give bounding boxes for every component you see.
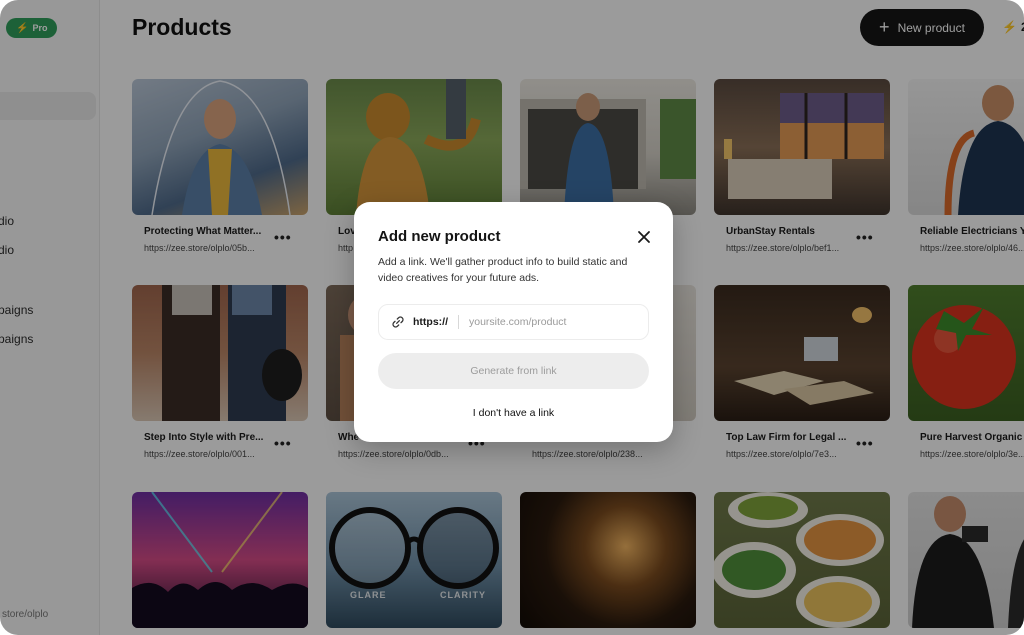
no-link-button[interactable]: I don't have a link — [354, 407, 673, 419]
url-prefix: https:// — [413, 316, 448, 328]
close-icon[interactable] — [636, 229, 652, 245]
add-product-dialog: Add new product Add a link. We'll gather… — [354, 202, 673, 442]
dialog-description: Add a link. We'll gather product info to… — [378, 256, 628, 284]
link-icon — [392, 316, 404, 328]
url-input[interactable] — [469, 316, 629, 328]
generate-from-link-button[interactable]: Generate from link — [378, 353, 649, 389]
app-window: ⚡ Pro dio dio paigns paigns store/olplo … — [0, 0, 1024, 635]
product-url-field[interactable]: https:// — [378, 304, 649, 340]
dialog-title: Add new product — [378, 228, 501, 245]
url-divider — [458, 315, 459, 329]
